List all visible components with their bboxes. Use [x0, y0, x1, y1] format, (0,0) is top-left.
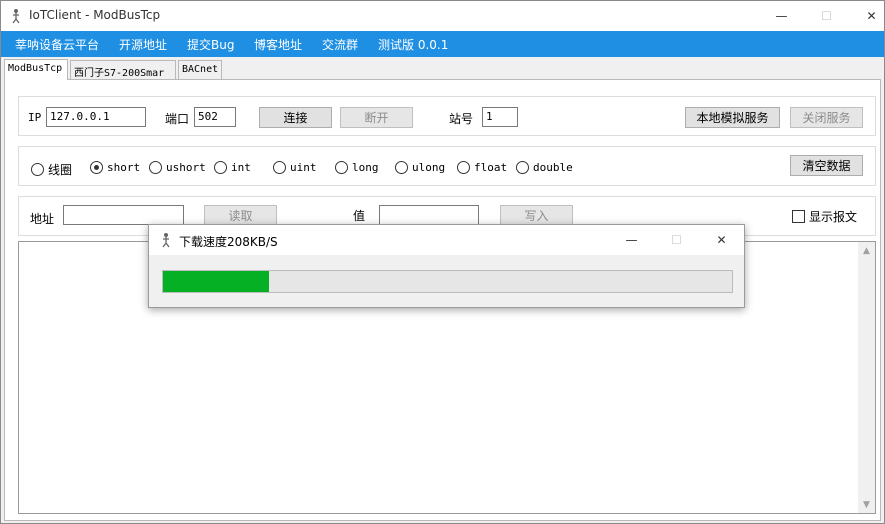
radio-ushort-circle	[149, 161, 162, 174]
local-sim-button[interactable]: 本地模拟服务	[685, 107, 780, 128]
close-service-button[interactable]: 关闭服务	[790, 107, 863, 128]
minimize-icon: —	[775, 9, 788, 23]
radio-uint[interactable]: uint	[273, 161, 317, 174]
tab-strip: ModBusTcp 西门子S7-200Smar BACnet	[1, 59, 884, 80]
show-packets-label: 显示报文	[809, 210, 858, 224]
station-label: 站号	[449, 112, 474, 126]
download-progress-bar	[162, 270, 733, 293]
title-bar[interactable]: IoTClient - ModBusTcp — ☐ ✕	[1, 1, 884, 31]
dialog-close-icon: ✕	[716, 233, 727, 247]
port-label: 端口	[165, 112, 190, 126]
radio-coil[interactable]: 线圈	[31, 161, 72, 178]
checkbox-box	[792, 210, 805, 223]
tab-modbustcp[interactable]: ModBusTcp	[4, 59, 68, 80]
radio-float-label: float	[474, 161, 508, 174]
datatype-group: 线圈 short ushort int uint long ulong floa…	[18, 146, 876, 186]
radio-coil-circle	[31, 163, 44, 176]
radio-ulong-label: ulong	[412, 161, 446, 174]
show-packets-checkbox[interactable]: 显示报文	[792, 208, 857, 225]
radio-long[interactable]: long	[335, 161, 379, 174]
connection-group: IP 127.0.0.1 端口 502 连接 断开 站号 1 本地模拟服务 关闭…	[18, 96, 876, 136]
radio-short-circle	[90, 161, 103, 174]
scroll-up-icon[interactable]: ▲	[858, 242, 875, 259]
dialog-minimize-button[interactable]: —	[609, 225, 654, 255]
radio-uint-circle	[273, 161, 286, 174]
menu-item-group[interactable]: 交流群	[322, 36, 358, 53]
radio-int-circle	[214, 161, 227, 174]
radio-short-label: short	[107, 161, 141, 174]
window-title: IoTClient - ModBusTcp	[29, 8, 161, 22]
port-input[interactable]: 502	[194, 107, 236, 127]
value-label: 值	[353, 209, 366, 223]
clear-data-button[interactable]: 清空数据	[790, 155, 863, 176]
progress-fill	[163, 271, 270, 292]
maximize-icon: ☐	[821, 9, 832, 23]
radio-ulong[interactable]: ulong	[395, 161, 445, 174]
radio-uint-label: uint	[290, 161, 317, 174]
close-button[interactable]: ✕	[849, 1, 885, 31]
radio-long-circle	[335, 161, 348, 174]
radio-ulong-circle	[395, 161, 408, 174]
disconnect-button[interactable]: 断开	[340, 107, 413, 128]
tab-bacnet[interactable]: BACnet	[178, 60, 222, 79]
radio-double[interactable]: double	[516, 161, 573, 174]
connect-button[interactable]: 连接	[259, 107, 332, 128]
radio-int[interactable]: int	[214, 161, 251, 174]
menu-item-version[interactable]: 测试版 0.0.1	[378, 36, 448, 53]
dialog-title: 下载速度208KB/S	[179, 235, 278, 249]
scroll-down-icon[interactable]: ▼	[858, 496, 875, 513]
output-scrollbar[interactable]: ▲ ▼	[858, 242, 875, 513]
radio-ushort-label: ushort	[166, 161, 206, 174]
radio-float-circle	[457, 161, 470, 174]
write-button[interactable]: 写入	[500, 205, 573, 226]
app-icon	[12, 9, 20, 24]
radio-coil-label: 线圈	[48, 163, 73, 177]
address-label: 地址	[30, 212, 55, 226]
radio-int-label: int	[231, 161, 251, 174]
download-dialog: 下载速度208KB/S — ☐ ✕	[148, 224, 745, 308]
radio-float[interactable]: float	[457, 161, 507, 174]
radio-short[interactable]: short	[90, 161, 140, 174]
radio-ushort[interactable]: ushort	[149, 161, 206, 174]
close-icon: ✕	[866, 9, 877, 23]
address-input[interactable]	[63, 205, 184, 225]
read-button[interactable]: 读取	[204, 205, 277, 226]
dialog-maximize-button[interactable]: ☐	[654, 225, 699, 255]
maximize-button[interactable]: ☐	[804, 1, 849, 31]
menu-item-source[interactable]: 开源地址	[119, 36, 167, 53]
dialog-app-icon	[162, 233, 170, 248]
dialog-close-button[interactable]: ✕	[699, 225, 744, 255]
value-input[interactable]	[379, 205, 479, 225]
ip-label: IP	[28, 111, 42, 124]
radio-double-label: double	[533, 161, 573, 174]
menu-item-cloud-platform[interactable]: 莘呐设备云平台	[15, 36, 99, 53]
dialog-title-bar[interactable]: 下载速度208KB/S — ☐ ✕	[149, 225, 744, 255]
tab-siemens-s7[interactable]: 西门子S7-200Smar	[70, 60, 176, 79]
radio-double-circle	[516, 161, 529, 174]
station-input[interactable]: 1	[482, 107, 518, 127]
menu-item-submit-bug[interactable]: 提交Bug	[187, 36, 234, 53]
dialog-maximize-icon: ☐	[671, 233, 682, 247]
radio-long-label: long	[352, 161, 379, 174]
ip-input[interactable]: 127.0.0.1	[46, 107, 146, 127]
dialog-minimize-icon: —	[625, 233, 638, 247]
minimize-button[interactable]: —	[759, 1, 804, 31]
menu-bar: 莘呐设备云平台 开源地址 提交Bug 博客地址 交流群 测试版 0.0.1	[1, 31, 884, 57]
menu-item-blog[interactable]: 博客地址	[254, 36, 302, 53]
